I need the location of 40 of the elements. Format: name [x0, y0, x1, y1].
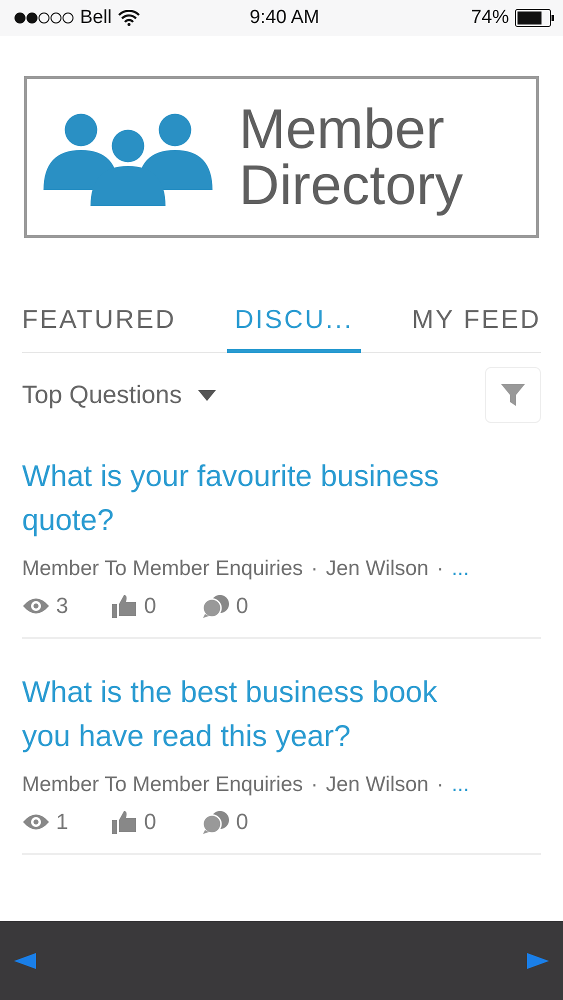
- answer-count: 0: [236, 593, 248, 619]
- like-count: 0: [144, 809, 156, 835]
- group-name[interactable]: Member To Member Enquiries: [22, 773, 303, 797]
- eye-icon: [22, 597, 50, 615]
- logo-text: Member: [239, 101, 446, 157]
- more-link[interactable]: ...: [452, 773, 470, 797]
- battery-percent: 74%: [470, 7, 509, 29]
- thumbs-up-icon: [112, 810, 138, 834]
- signal-icon: [14, 12, 74, 24]
- like-count: 0: [144, 593, 156, 619]
- question-title[interactable]: What is your favourite business quote?: [22, 455, 492, 543]
- separator-dot: ·: [310, 557, 318, 581]
- separator-dot: ·: [310, 773, 318, 797]
- dropdown-caret-icon[interactable]: [198, 390, 216, 400]
- answer-count: 0: [236, 809, 248, 835]
- carrier-name: Bell: [80, 7, 112, 29]
- filter-button[interactable]: [485, 367, 541, 423]
- thumbs-up-icon: [112, 594, 138, 618]
- forward-arrow-icon[interactable]: [525, 952, 549, 968]
- tab[interactable]: MY FEED: [404, 300, 541, 353]
- separator-dot: ·: [436, 773, 444, 797]
- view-count: 3: [56, 593, 68, 619]
- more-link[interactable]: ...: [452, 557, 470, 581]
- separator-dot: ·: [436, 557, 444, 581]
- chat-bubbles-icon: [202, 810, 230, 834]
- group-name[interactable]: Member To Member Enquiries: [22, 557, 303, 581]
- author-name[interactable]: Jen Wilson: [326, 773, 429, 797]
- eye-icon: [22, 813, 50, 831]
- clock-time: 9:40 AM: [250, 7, 320, 29]
- view-count: 1: [56, 809, 68, 835]
- back-arrow-icon[interactable]: [14, 952, 38, 968]
- battery-icon: [515, 9, 555, 27]
- tab[interactable]: DISCU...: [226, 300, 362, 353]
- tab[interactable]: FEATURED: [22, 300, 184, 353]
- chat-bubbles-icon: [202, 594, 230, 618]
- filter-icon: [499, 381, 527, 409]
- sort-label[interactable]: Top Questions: [22, 380, 182, 410]
- question-title[interactable]: What is the best business book you have read this year?: [22, 671, 492, 759]
- author-name[interactable]: Jen Wilson: [326, 557, 429, 581]
- wifi-icon: [118, 10, 140, 26]
